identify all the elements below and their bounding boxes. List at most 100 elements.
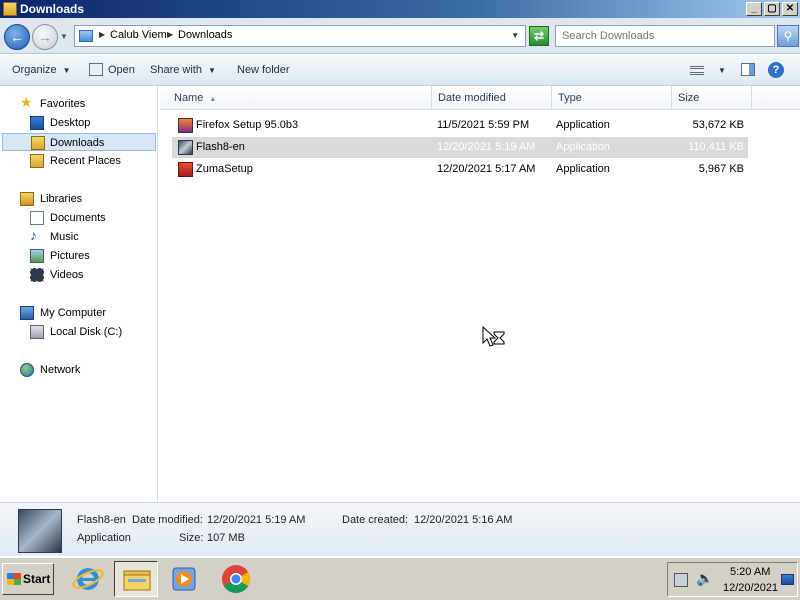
column-date-modified[interactable]: Date modified [432,86,552,110]
network-icon [20,363,34,377]
drive-icon [30,325,44,339]
nav-music-label: Music [50,231,79,243]
navigation-pane: ★ Favorites Desktop Downloads Recent Pla… [0,86,158,502]
nav-videos[interactable]: Videos [30,266,150,284]
clock-time[interactable]: 5:20 AM [730,566,770,578]
share-with-menu[interactable]: Share with ▼ [150,64,216,76]
recent-pages-dropdown[interactable]: ▼ [60,32,68,41]
address-row: ← → ▼ ▶ Calub Viem ▶ Downloads ▼ ⇄ ⚲ [0,18,800,54]
column-type[interactable]: Type [552,86,672,110]
flash-installer-icon [178,140,193,155]
chevron-down-icon: ▼ [207,66,216,75]
file-row[interactable]: Firefox Setup 95.0b3 11/5/2021 5:59 PM A… [172,115,748,136]
maximize-button[interactable]: ▢ [764,2,780,16]
forward-button[interactable]: → [32,24,58,50]
view-dropdown-icon[interactable]: ▼ [718,66,726,75]
folder-icon [3,2,17,16]
search-box[interactable] [555,25,775,47]
clock-date[interactable]: 12/20/2021 [723,582,778,594]
nav-network[interactable]: Network [20,361,150,379]
nav-favorites[interactable]: ★ Favorites [20,95,150,113]
chrome-icon [222,565,250,593]
busy-cursor-icon [482,326,505,347]
title-bar[interactable]: Downloads _ ▢ ✕ [0,0,800,18]
file-list: Name ▲ Date modified Type Size Firefox Se… [160,86,800,502]
search-input[interactable] [556,26,774,46]
chevron-right-icon[interactable]: ▶ [167,30,173,39]
file-type: Application [556,163,610,175]
address-bar[interactable]: ▶ Calub Viem ▶ Downloads ▼ [74,25,526,47]
details-size-label: Size: [179,532,204,544]
back-button[interactable]: ← [4,24,30,50]
column-size[interactable]: Size [672,86,752,110]
details-date-created: 12/20/2021 5:16 AM [414,514,513,526]
libraries-icon [20,192,34,206]
folder-icon [123,570,151,591]
file-date: 12/20/2021 5:17 AM [437,163,536,175]
refresh-button[interactable]: ⇄ [529,26,549,46]
search-icon[interactable]: ⚲ [777,25,799,47]
nav-documents[interactable]: Documents [30,209,150,227]
start-label: Start [23,572,51,586]
open-button[interactable]: Open [108,64,135,76]
file-size: 5,967 KB [698,163,744,175]
chevron-right-icon[interactable]: ▶ [99,30,105,39]
volume-icon[interactable]: 🔈 [696,570,713,587]
details-date-created-label: Date created: [342,514,409,526]
window-title: Downloads [20,2,85,16]
details-size: 107 MB [207,532,245,544]
taskbar: Start 🔈 5:20 AM 12/20/2021 [0,557,800,600]
taskbar-media-player[interactable] [162,561,206,597]
organize-label: Organize [12,64,57,76]
new-folder-button[interactable]: New folder [237,64,290,76]
nav-my-computer[interactable]: My Computer [20,304,150,322]
nav-recent-places[interactable]: Recent Places [30,152,150,170]
details-file-name: Flash8-en [77,514,126,526]
nav-downloads-label: Downloads [50,137,105,149]
taskbar-windows-explorer[interactable] [114,561,158,597]
downloads-folder-icon [31,136,45,150]
help-icon[interactable]: ? [768,62,784,78]
nav-pictures[interactable]: Pictures [30,247,150,265]
organize-menu[interactable]: Organize ▼ [12,64,71,76]
flash-installer-icon [18,509,62,553]
details-pane: Flash8-en Date modified: 12/20/2021 5:19… [0,502,800,556]
taskbar-chrome[interactable] [214,561,258,597]
recent-places-icon [30,154,44,168]
nav-downloads[interactable]: Downloads [2,133,156,151]
nav-recent-places-label: Recent Places [50,155,121,167]
windows-logo-icon [7,573,21,585]
start-button[interactable]: Start [2,563,54,595]
column-name[interactable]: Name ▲ [168,86,432,110]
close-button[interactable]: ✕ [782,2,798,16]
nav-videos-label: Videos [50,269,84,281]
minimize-button[interactable]: _ [746,2,762,16]
star-icon: ★ [20,94,33,110]
zuma-installer-icon [178,162,193,177]
details-date-modified-label: Date modified: [132,514,203,526]
nav-desktop[interactable]: Desktop [30,114,150,132]
address-dropdown-icon[interactable]: ▼ [511,31,519,40]
file-row-selected[interactable]: Flash8-en 12/20/2021 5:19 AM Application… [172,137,748,158]
preview-pane-icon[interactable] [741,63,755,76]
breadcrumb-downloads[interactable]: Downloads [178,29,232,41]
file-date: 11/5/2021 5:59 PM [437,119,530,131]
breadcrumb-user[interactable]: Calub Viem [110,29,167,41]
folder-icon [79,30,93,42]
details-date-modified: 12/20/2021 5:19 AM [207,514,306,526]
nav-music[interactable]: ♪ Music [30,228,150,246]
show-desktop-icon[interactable] [781,574,794,585]
nav-network-label: Network [40,364,81,376]
file-date: 12/20/2021 5:19 AM [437,141,536,153]
nav-favorites-label: Favorites [40,98,86,110]
taskbar-internet-explorer[interactable] [66,561,110,597]
music-icon: ♪ [30,227,37,243]
nav-local-disk[interactable]: Local Disk (C:) [30,323,150,341]
file-name: ZumaSetup [196,163,253,175]
view-options-icon[interactable] [690,66,704,75]
nav-libraries[interactable]: Libraries [20,190,150,208]
network-status-icon[interactable] [674,573,688,587]
file-name: Firefox Setup 95.0b3 [196,119,299,131]
file-row[interactable]: ZumaSetup 12/20/2021 5:17 AM Application… [172,159,748,180]
nav-libraries-label: Libraries [40,193,83,205]
